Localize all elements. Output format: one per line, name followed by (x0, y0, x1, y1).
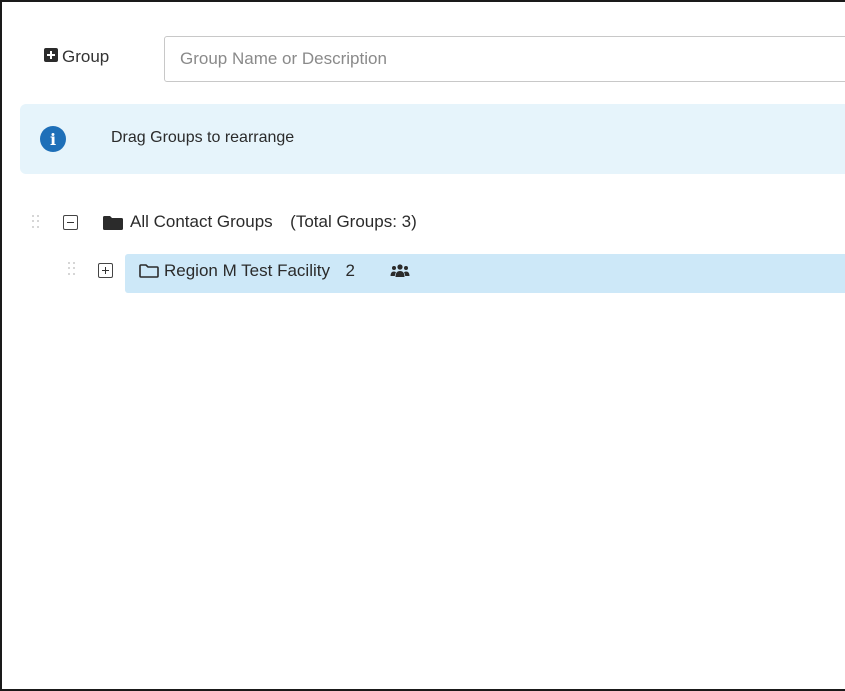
drag-handle-icon[interactable] (32, 215, 40, 229)
group-search-input[interactable] (164, 36, 845, 82)
add-group-label: Group (62, 47, 110, 66)
drag-handle-icon[interactable] (68, 262, 76, 276)
info-icon: i (40, 126, 66, 152)
toolbar: Group (2, 36, 845, 82)
plus-square-icon (44, 48, 58, 62)
folder-filled-icon (103, 216, 123, 230)
folder-outline-icon (139, 264, 159, 278)
people-icon (390, 264, 410, 277)
total-groups-summary: (Total Groups: 3) (290, 212, 417, 231)
root-group-label: All Contact Groups (130, 212, 273, 231)
info-banner: i Drag Groups to rearrange (20, 104, 845, 174)
contact-groups-panel: Group i Drag Groups to rearrange All Con… (0, 0, 845, 691)
member-count: 2 (345, 261, 355, 280)
child-group-label[interactable]: Region M Test Facility (164, 261, 330, 280)
add-group-button[interactable]: Group (38, 40, 115, 74)
collapse-toggle-icon[interactable] (63, 215, 78, 230)
info-text: Drag Groups to rearrange (111, 129, 295, 146)
expand-toggle-icon[interactable] (98, 263, 113, 278)
